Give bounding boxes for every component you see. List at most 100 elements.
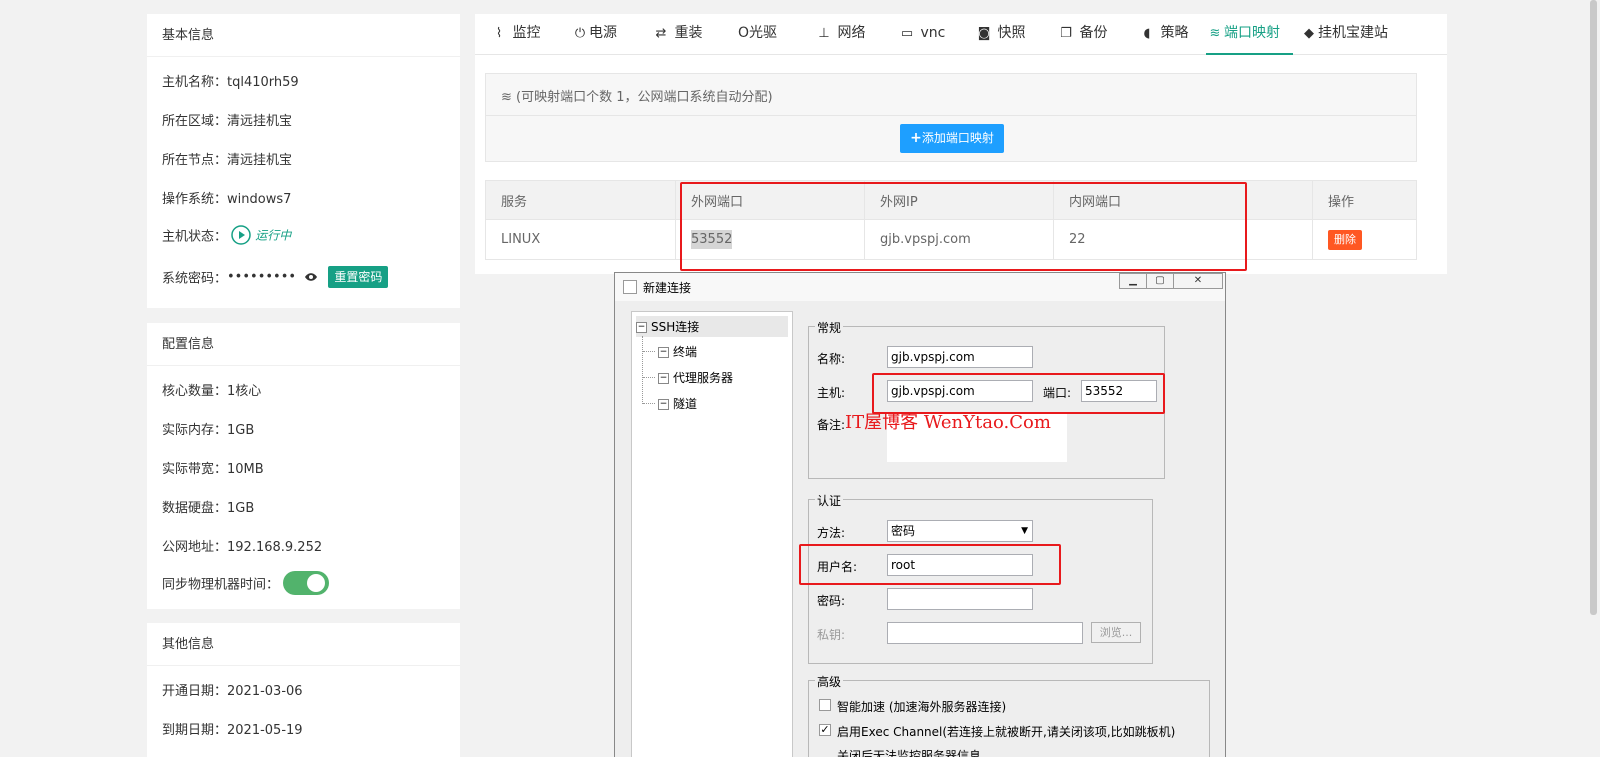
password-value: ••••••••• [227,269,297,285]
new-connection-dialog: 新建连接 ▁ ▢ ✕ − SSH连接 − 终端 − 代理服务器 − 隧道 常规 名称: … [614,272,1226,757]
password-field[interactable] [887,588,1033,610]
collapse-icon[interactable]: − [658,373,669,384]
region: 所在区域：清远挂机宝 [162,114,293,129]
disk: 数据硬盘：1GB [162,501,255,516]
copy-icon: ❐ [1060,26,1072,41]
tree-connector [642,336,643,404]
status-label: 主机状态： [162,229,228,245]
add-button-label: 添加端口映射 [921,131,994,145]
browse-button[interactable]: 浏览... [1091,622,1141,643]
os: 操作系统：windows7 [162,192,292,207]
chart-line-icon: ⌇ [495,26,503,41]
name-field[interactable]: gjb.vpspj.com [887,346,1033,368]
dialog-title: 新建连接 [643,281,692,295]
tab-bar: ⌇ 监控 ⏻ 电源 ⇄ 重装 O光驱 ⊥ 网络 ▭ vnc ◙ 快照 ❐ 备份 ◖… [475,14,1447,55]
dialog-titlebar[interactable]: 新建连接 ▁ ▢ ✕ [615,273,1225,301]
exec-channel-label: 启用Exec Channel(若连接上就被断开,请关闭该项,比如跳板机) [837,725,1176,739]
tab-backup[interactable]: ❐ 备份 [1057,14,1107,55]
collapse-icon[interactable]: − [636,322,647,333]
tree-connector [643,403,655,404]
tree-item-proxy[interactable]: − 代理服务器 [658,369,733,386]
smart-accel-label: 智能加速 (加速海外服务器连接) [837,700,1007,714]
divider [486,115,1416,116]
tab-snapshot[interactable]: ◙ 快照 [975,14,1026,55]
basic-info-title: 基本信息 [147,14,460,57]
config-info-card: 配置信息 核心数量：1核心 实际内存：1GB 实际带宽：10MB 数据硬盘：1G… [147,323,460,609]
node: 所在节点：清远挂机宝 [162,153,293,168]
add-port-mapping-button[interactable]: +添加端口映射 [900,124,1004,153]
tab-label: O光驱 [738,25,778,41]
maximize-button[interactable]: ▢ [1146,273,1174,289]
shield-icon: ◖ [1143,26,1151,41]
power-icon: ⏻ [574,26,586,41]
tab-port-mapping[interactable]: ≋ 端口映射 [1206,14,1293,55]
collapse-icon[interactable]: − [658,347,669,358]
tab-label: 端口映射 [1224,25,1280,41]
smart-accel-checkbox[interactable] [819,699,831,711]
sitemap-icon: ⊥ [818,26,830,41]
tab-label: 电源 [589,25,617,41]
retweet-icon: ⇄ [655,26,667,41]
col-service: 服务 [485,180,676,220]
public-ip: 公网地址：192.168.9.252 [162,540,323,555]
tab-cdrom[interactable]: O光驱 [738,14,777,55]
tab-power[interactable]: ⏻ 电源 [571,14,617,55]
java-icon [623,280,637,294]
open-date: 开通日期：2021-03-06 [162,684,303,699]
tree-item-tunnel[interactable]: − 隧道 [658,395,697,412]
method-select[interactable]: 密码 ▼ [887,520,1033,542]
tab-label: 网络 [837,25,866,41]
method-value: 密码 [891,524,916,538]
tree-label: 隧道 [673,397,698,411]
minimize-button[interactable]: ▁ [1119,273,1147,289]
reset-password-button[interactable]: 重置密码 [328,266,389,288]
sync-time-toggle[interactable] [283,571,330,595]
expire-date: 到期日期：2021-05-19 [162,723,303,738]
collapse-icon[interactable]: − [658,399,669,410]
tab-label: 策略 [1160,25,1189,41]
port-map-info-box: ≋ (可映射端口个数 1，公网端口系统自动分配) +添加端口映射 [485,73,1417,162]
tab-label: 备份 [1079,25,1108,41]
other-info-card: 其他信息 开通日期：2021-03-06 到期日期：2021-05-19 [147,623,460,757]
close-button[interactable]: ✕ [1173,273,1223,289]
page-scrollbar[interactable] [1590,0,1597,615]
private-key-field[interactable] [887,622,1083,644]
wifi-icon: ≋ [1209,26,1221,41]
advanced-legend: 高级 [815,673,844,690]
notice-text: (可映射端口个数 1，公网端口系统自动分配) [516,90,773,105]
config-info-title: 配置信息 [147,323,460,366]
tree-item-terminal[interactable]: − 终端 [658,343,697,360]
tab-monitor[interactable]: ⌇ 监控 [490,14,541,55]
watermark: IT屋博客 WenYtao.Com [845,412,1051,433]
status-badge: 运行中 [255,228,292,243]
tree-item-ssh[interactable]: − SSH连接 [636,316,788,337]
tab-label: 重装 [674,25,703,41]
delete-button[interactable]: 删除 [1328,229,1362,250]
general-legend: 常规 [815,319,844,336]
private-key-label: 私钥: [817,628,846,642]
advanced-group: 高级 智能加速 (加速海外服务器连接) ✓ 启用Exec Channel(若连接… [808,673,1210,757]
highlight-box-ports [680,182,1247,271]
exec-channel-checkbox[interactable]: ✓ [819,724,831,736]
cell-action: 删除 [1312,219,1417,260]
tab-policy[interactable]: ◖ 策略 [1138,14,1189,55]
tab-vnc[interactable]: ▭ vnc [898,14,945,55]
password-label: 密码: [817,594,846,608]
wifi-icon: ≋ [501,90,512,105]
highlight-box-username [799,544,1061,585]
tree-connector [643,377,655,378]
tab-reinstall[interactable]: ⇄ 重装 [652,14,703,55]
monitor-icon: ▭ [900,26,914,41]
connection-tree: − SSH连接 − 终端 − 代理服务器 − 隧道 [631,311,793,757]
eye-icon[interactable] [304,272,318,282]
tab-network[interactable]: ⊥ 网络 [815,14,865,55]
system-password: 系统密码：••••••••• 重置密码 [162,266,389,288]
tab-site-builder[interactable]: ◆ 挂机宝建站 [1300,14,1388,55]
tab-label: 监控 [512,25,541,41]
port-map-notice: ≋ (可映射端口个数 1，公网端口系统自动分配) [501,86,773,105]
tree-label: 终端 [673,345,698,359]
tab-label: vnc [920,25,946,41]
hostname: 主机名称：tql410rh59 [162,75,299,90]
method-label: 方法: [817,526,846,540]
other-info-title: 其他信息 [147,623,460,666]
